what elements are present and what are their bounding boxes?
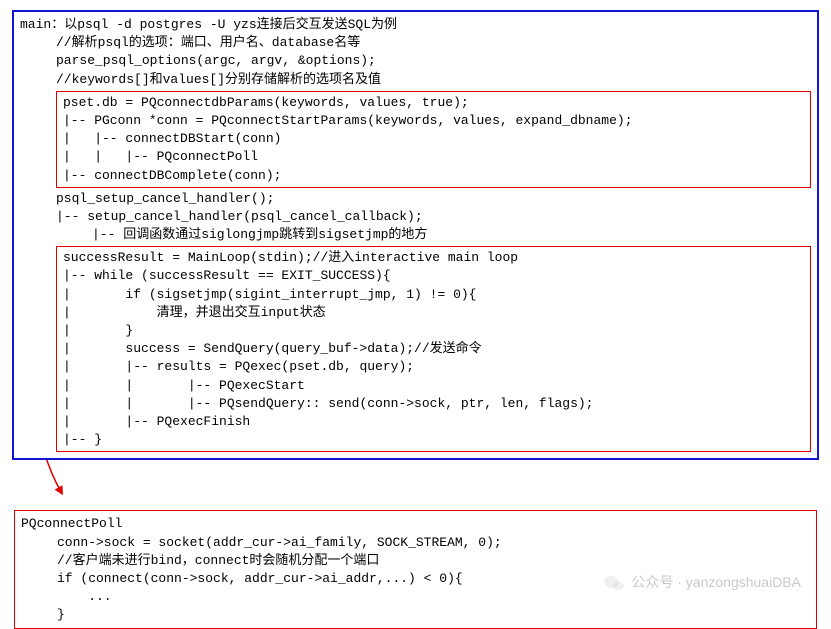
callback-comment: |-- 回调函数通过siglongjmp跳转到sigsetjmp的地方: [92, 226, 811, 244]
comment-keywords-values: //keywords[]和values[]分别存储解析的选项名及值: [56, 71, 811, 89]
mainloop-box: successResult = MainLoop(stdin);//进入inte…: [56, 246, 811, 452]
close-brace-1: | }: [63, 322, 804, 340]
close-brace-2: |-- }: [63, 431, 804, 449]
while-loop: |-- while (successResult == EXIT_SUCCESS…: [63, 267, 804, 285]
socket-call: conn->sock = socket(addr_cur->ai_family,…: [57, 534, 810, 552]
watermark: 公众号 · yanzongshuaiDBA: [603, 573, 801, 593]
wechat-icon: [603, 574, 625, 592]
main-diagram-box: main：以psql -d postgres -U yzs连接后交互发送SQL为…: [12, 10, 819, 460]
close-brace-bottom: }: [57, 606, 810, 624]
pqconnectstartparams: |-- PGconn *conn = PQconnectStartParams(…: [63, 112, 804, 130]
connectdbstart: | |-- connectDBStart(conn): [63, 130, 804, 148]
pqsendquery: | | |-- PQsendQuery:: send(conn->sock, p…: [63, 395, 804, 413]
call-parse-options: parse_psql_options(argc, argv, &options)…: [56, 52, 811, 70]
cleanup-comment: | 清理，并退出交互input状态: [63, 304, 804, 322]
setup-cancel-handler: psql_setup_cancel_handler();: [56, 190, 811, 208]
pqexecstart: | | |-- PQexecStart: [63, 377, 804, 395]
connect-box: pset.db = PQconnectdbParams(keywords, va…: [56, 91, 811, 188]
pqconnectpoll-title: PQconnectPoll: [21, 515, 810, 533]
connectdbcomplete: |-- connectDBComplete(conn);: [63, 167, 804, 185]
sigsetjmp: | if (sigsetjmp(sigint_interrupt_jmp, 1)…: [63, 286, 804, 304]
main-title: main：以psql -d postgres -U yzs连接后交互发送SQL为…: [20, 16, 811, 34]
pqconnectpoll-detail-box: PQconnectPoll conn->sock = socket(addr_c…: [14, 510, 817, 629]
bind-comment: //客户端未进行bind，connect时会随机分配一个端口: [57, 552, 810, 570]
pqconnectpoll-ref: | | |-- PQconnectPoll: [63, 148, 804, 166]
pqexecfinish: | |-- PQexecFinish: [63, 413, 804, 431]
pqexec: | |-- results = PQexec(pset.db, query);: [63, 358, 804, 376]
mainloop-call: successResult = MainLoop(stdin);//进入inte…: [63, 249, 804, 267]
comment-parse-options: //解析psql的选项：端口、用户名、database名等: [56, 34, 811, 52]
watermark-text: 公众号 · yanzongshuaiDBA: [631, 573, 801, 593]
setup-cancel-callback: |-- setup_cancel_handler(psql_cancel_cal…: [56, 208, 811, 226]
pqconnectdbparams: pset.db = PQconnectdbParams(keywords, va…: [63, 94, 804, 112]
sendquery: | success = SendQuery(query_buf->data);/…: [63, 340, 804, 358]
